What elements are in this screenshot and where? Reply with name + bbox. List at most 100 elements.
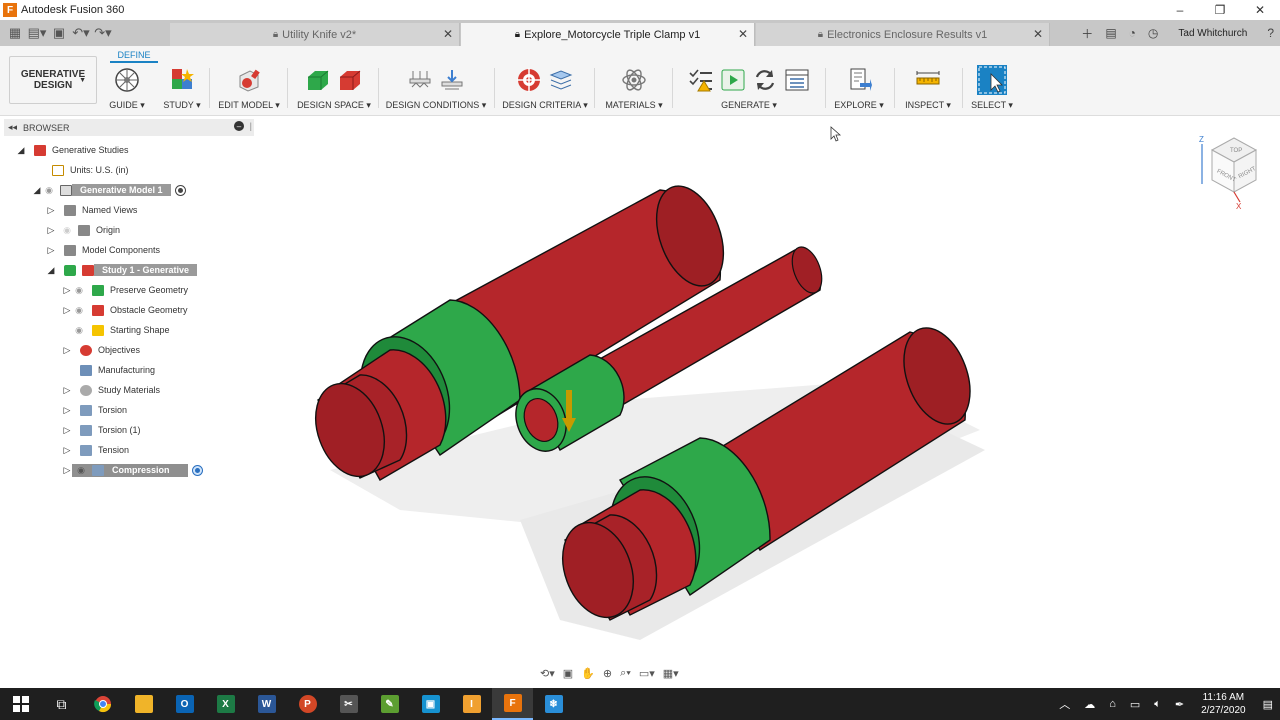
guide-group[interactable]: GUIDE ▾ xyxy=(109,64,145,111)
close-button[interactable]: ✕ xyxy=(1240,0,1280,20)
collapsed-triangle-icon[interactable]: ▷ xyxy=(46,205,56,216)
tab-triple-clamp[interactable]: 🔒︎ Explore_Motorcycle Triple Clamp v1 ✕ xyxy=(461,23,755,46)
close-tab-icon[interactable]: ✕ xyxy=(738,27,748,41)
design-space-group[interactable]: DESIGN SPACE ▾ xyxy=(297,64,371,111)
collapsed-triangle-icon[interactable]: ▷ xyxy=(62,385,72,396)
tree-starting-shape[interactable]: ◉ Starting Shape xyxy=(72,322,170,338)
tree-manufacturing[interactable]: Manufacturing xyxy=(72,362,155,378)
task-view-button[interactable]: ⧉ xyxy=(41,688,82,720)
clock-icon[interactable]: ◷ xyxy=(1142,26,1164,40)
look-at-icon[interactable]: ▣ xyxy=(560,667,576,680)
restore-button[interactable]: ❐ xyxy=(1200,0,1240,20)
minimize-button[interactable]: – xyxy=(1160,0,1200,20)
expanded-triangle-icon[interactable]: ◢ xyxy=(16,145,26,156)
collapsed-triangle-icon[interactable]: ▷ xyxy=(46,245,56,256)
canvas-viewport[interactable] xyxy=(255,117,1280,687)
collapsed-triangle-icon[interactable]: ▷ xyxy=(62,465,72,476)
tree-model-components[interactable]: ▷ Model Components xyxy=(46,242,160,258)
design-conditions-group[interactable]: DESIGN CONDITIONS ▾ xyxy=(386,64,486,111)
taskbar-excel[interactable]: X xyxy=(205,688,246,720)
orbit-icon[interactable]: ⟲▾ xyxy=(537,667,558,680)
tab-electronics-enclosure[interactable]: 🔒︎ Electronics Enclosure Results v1 ✕ xyxy=(756,23,1050,46)
inspect-group[interactable]: INSPECT ▾ xyxy=(905,64,951,111)
study-group[interactable]: STUDY ▾ xyxy=(163,64,201,111)
select-group[interactable]: SELECT ▾ xyxy=(971,64,1013,111)
tree-tension[interactable]: ▷ Tension xyxy=(62,442,129,458)
tree-compression[interactable]: ▷ ◉ Compression xyxy=(62,462,203,478)
collapsed-triangle-icon[interactable]: ▷ xyxy=(62,425,72,436)
taskbar-outlook[interactable]: O xyxy=(164,688,205,720)
onedrive-cloud-icon[interactable]: ☁ xyxy=(1077,698,1102,711)
design-criteria-group[interactable]: DESIGN CRITERIA ▾ xyxy=(502,64,588,111)
generate-group[interactable]: GENERATE ▾ xyxy=(682,64,816,111)
activate-radio-icon[interactable] xyxy=(174,184,186,196)
expanded-triangle-icon[interactable]: ◢ xyxy=(32,185,42,196)
pen-icon[interactable]: ✒ xyxy=(1168,698,1191,711)
close-tab-icon[interactable]: ✕ xyxy=(1033,27,1043,41)
grid-settings-icon[interactable]: ▦▾ xyxy=(660,667,682,680)
file-menu-icon[interactable]: ▤▾ xyxy=(26,23,48,43)
tree-objectives[interactable]: ▷ Objectives xyxy=(62,342,140,358)
edit-model-group[interactable]: EDIT MODEL ▾ xyxy=(218,64,280,111)
workspace-switcher[interactable]: GENERATIVE DESIGN ▼ xyxy=(9,56,97,104)
display-settings-icon[interactable]: ▭▾ xyxy=(636,667,658,680)
job-status-icon[interactable]: ◔ xyxy=(1123,26,1142,40)
tree-torsion[interactable]: ▷ Torsion xyxy=(62,402,127,418)
new-tab-icon[interactable]: ＋ xyxy=(1075,25,1099,42)
taskbar-chrome[interactable] xyxy=(82,688,123,720)
taskbar-file-explorer[interactable] xyxy=(123,688,164,720)
tree-named-views[interactable]: ▷ Named Views xyxy=(46,202,137,218)
tree-generative-model[interactable]: ◢ ◉ Generative Model 1 xyxy=(32,182,186,198)
visibility-eye-icon[interactable]: ◉ xyxy=(72,285,86,296)
data-panel-grid-icon[interactable]: ▦ xyxy=(4,23,26,43)
undo-icon[interactable]: ↶▾ xyxy=(70,23,92,43)
tree-units[interactable]: Units: U.S. (in) xyxy=(48,162,129,178)
visibility-eye-icon[interactable]: ◉ xyxy=(72,305,86,316)
taskbar-app-snowflake[interactable]: ❄ xyxy=(533,688,574,720)
close-tab-icon[interactable]: ✕ xyxy=(443,27,453,41)
zoom-window-icon[interactable]: ⌕▾ xyxy=(617,667,634,680)
save-icon[interactable]: ▣ xyxy=(48,23,70,43)
display-icon[interactable]: ▭ xyxy=(1123,698,1147,711)
volume-icon[interactable]: 🔈︎ xyxy=(1147,698,1168,711)
collapsed-triangle-icon[interactable]: ▷ xyxy=(62,285,72,296)
taskbar-app-green[interactable]: ✎ xyxy=(369,688,410,720)
taskbar-word[interactable]: W xyxy=(246,688,287,720)
tab-utility-knife[interactable]: 🔒︎ Utility Knife v2* ✕ xyxy=(170,23,460,46)
visibility-eye-icon[interactable]: ◉ xyxy=(42,185,56,196)
view-cube[interactable]: TOP FRONT RIGHT Z X xyxy=(1194,130,1264,210)
collapsed-triangle-icon[interactable]: ▷ xyxy=(62,345,72,356)
tree-origin[interactable]: ▷ ◉ Origin xyxy=(46,222,120,238)
taskbar-fusion360[interactable]: F xyxy=(492,688,533,720)
hidden-eye-icon[interactable]: ◉ xyxy=(60,225,74,236)
network-icon[interactable]: ⌂ xyxy=(1102,698,1123,710)
notifications-icon[interactable]: ▤ xyxy=(1099,26,1122,40)
taskbar-clock[interactable]: 11:16 AM 2/27/2020 xyxy=(1191,691,1256,717)
activate-radio-icon[interactable] xyxy=(191,464,203,476)
tree-torsion-1[interactable]: ▷ Torsion (1) xyxy=(62,422,141,438)
notification-center-icon[interactable]: ▤ xyxy=(1256,698,1280,711)
taskbar-powerpoint[interactable]: P xyxy=(287,688,328,720)
zoom-icon[interactable]: ⊕ xyxy=(600,667,615,680)
taskbar-app-blue[interactable]: ▣ xyxy=(410,688,451,720)
visibility-eye-icon[interactable]: ◉ xyxy=(74,465,88,476)
tree-obstacle-geometry[interactable]: ▷ ◉ Obstacle Geometry xyxy=(62,302,188,318)
start-button[interactable] xyxy=(0,688,41,720)
tree-study-materials[interactable]: ▷ Study Materials xyxy=(62,382,160,398)
taskbar-snipping[interactable]: ✂ xyxy=(328,688,369,720)
browser-minimize-icon[interactable]: – xyxy=(234,121,244,131)
collapsed-triangle-icon[interactable]: ▷ xyxy=(62,405,72,416)
help-icon[interactable]: ? xyxy=(1261,26,1280,40)
collapse-browser-icon[interactable]: ◂◂ xyxy=(8,122,17,133)
show-hidden-icons-icon[interactable]: ︿ xyxy=(1052,696,1077,712)
user-account[interactable]: Tad Whitchurch xyxy=(1164,28,1261,39)
collapsed-triangle-icon[interactable]: ▷ xyxy=(46,225,56,236)
redo-icon[interactable]: ↷▾ xyxy=(92,23,114,43)
tree-preserve-geometry[interactable]: ▷ ◉ Preserve Geometry xyxy=(62,282,188,298)
tree-generative-studies[interactable]: ◢ Generative Studies xyxy=(16,142,129,158)
expanded-triangle-icon[interactable]: ◢ xyxy=(46,265,56,276)
visibility-eye-icon[interactable]: ◉ xyxy=(72,325,86,336)
pan-hand-icon[interactable]: ✋ xyxy=(578,667,598,680)
materials-group[interactable]: MATERIALS ▾ xyxy=(605,64,663,111)
define-tab[interactable]: DEFINE xyxy=(110,50,158,60)
